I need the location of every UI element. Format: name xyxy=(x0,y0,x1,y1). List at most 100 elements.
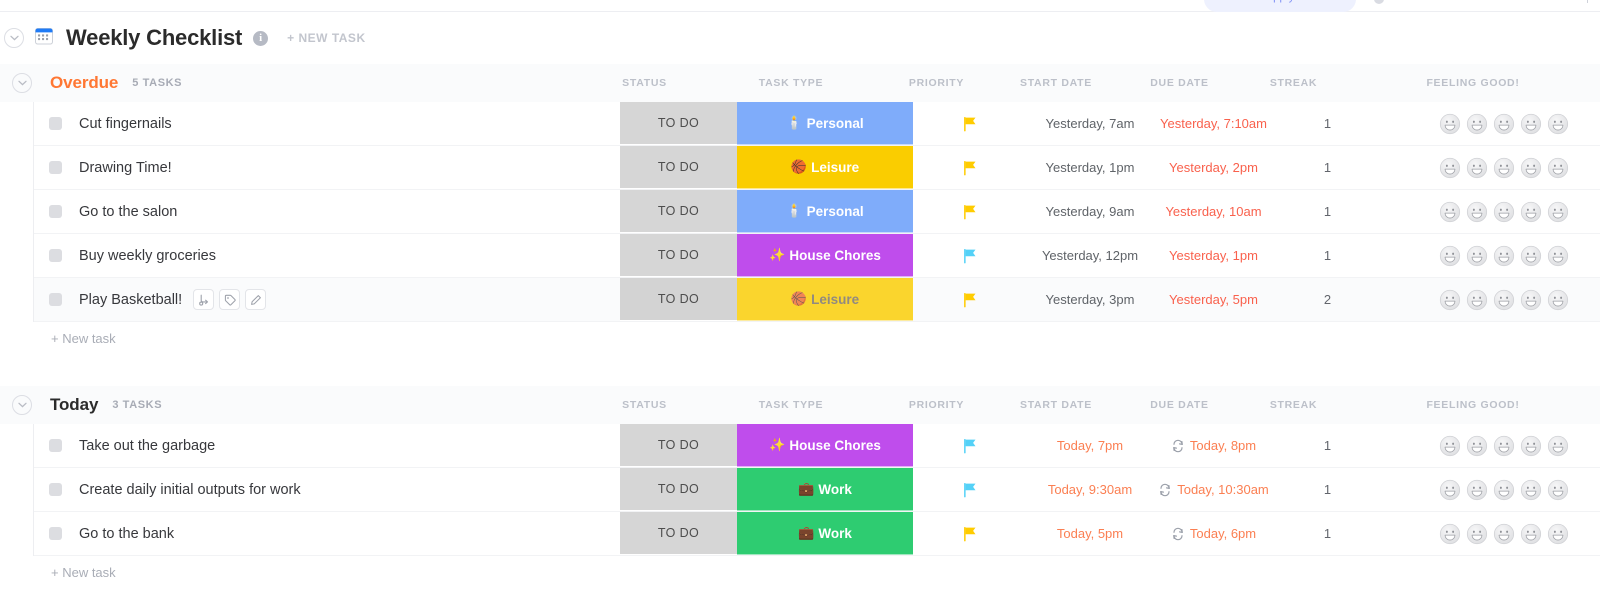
column-header-priority[interactable]: PRIORITY xyxy=(879,399,994,411)
smiley-rating-icon[interactable] xyxy=(1466,435,1488,457)
priority-cell[interactable] xyxy=(913,234,1028,277)
smiley-rating-icon[interactable] xyxy=(1493,201,1515,223)
table-row[interactable]: Cut fingernailsTO DO🕯️PersonalYesterday,… xyxy=(34,102,1600,146)
new-task-header-button[interactable]: + NEW TASK xyxy=(287,31,365,45)
feeling-good-cell[interactable] xyxy=(1380,512,1600,555)
edit-icon[interactable] xyxy=(245,289,266,310)
task-name-cell[interactable]: Play Basketball! xyxy=(34,278,620,321)
smiley-rating-icon[interactable] xyxy=(1493,245,1515,267)
table-row[interactable]: Drawing Time!TO DO🏀Leisure Yesterday, 1pm… xyxy=(34,146,1600,190)
collapse-list-button[interactable] xyxy=(4,28,24,48)
smiley-rating-icon[interactable] xyxy=(1466,113,1488,135)
due-date-cell[interactable]: Yesterday, 1pm xyxy=(1152,234,1275,277)
priority-cell[interactable] xyxy=(913,512,1028,555)
smiley-rating-icon[interactable] xyxy=(1547,113,1569,135)
smiley-rating-icon[interactable] xyxy=(1547,201,1569,223)
priority-flag-icon[interactable] xyxy=(963,116,978,132)
priority-cell[interactable] xyxy=(913,102,1028,145)
task-type-cell[interactable]: ✨House Chores xyxy=(737,234,913,277)
smiley-rating-icon[interactable] xyxy=(1439,201,1461,223)
priority-cell[interactable] xyxy=(913,424,1028,467)
due-date-cell[interactable]: Today, 6pm xyxy=(1152,512,1275,555)
column-header-status[interactable]: STATUS xyxy=(586,77,703,89)
due-date-cell[interactable]: Today, 10:30am xyxy=(1152,468,1275,511)
new-task-row[interactable]: + New task xyxy=(0,556,1600,588)
column-header-due[interactable]: DUE DATE xyxy=(1118,399,1241,411)
task-type-cell[interactable]: 🕯️Personal xyxy=(737,102,913,145)
smiley-rating-icon[interactable] xyxy=(1466,245,1488,267)
smiley-rating-icon[interactable] xyxy=(1466,201,1488,223)
smiley-rating-icon[interactable] xyxy=(1547,523,1569,545)
table-row[interactable]: Create daily initial outputs for workTO … xyxy=(34,468,1600,512)
task-checkbox[interactable] xyxy=(49,161,62,174)
smiley-rating-icon[interactable] xyxy=(1520,157,1542,179)
task-name-cell[interactable]: Go to the bank xyxy=(34,512,620,555)
task-name-cell[interactable]: Drawing Time! xyxy=(34,146,620,189)
task-title[interactable]: Go to the bank xyxy=(79,526,174,542)
table-row[interactable]: Buy weekly groceries TO DO✨House Chores Ye… xyxy=(34,234,1600,278)
column-header-type[interactable]: TASK TYPE xyxy=(703,77,879,89)
smiley-rating-icon[interactable] xyxy=(1439,113,1461,135)
start-date-cell[interactable]: Today, 7pm xyxy=(1028,424,1152,467)
task-type-cell[interactable]: 🏀Leisure xyxy=(737,146,913,189)
streak-cell[interactable]: 1 xyxy=(1275,424,1380,467)
column-header-start[interactable]: START DATE xyxy=(994,399,1118,411)
streak-cell[interactable]: 1 xyxy=(1275,102,1380,145)
task-checkbox[interactable] xyxy=(49,117,62,130)
table-row[interactable]: Take out the garbageTO DO✨House ChoresTo… xyxy=(34,424,1600,468)
smiley-rating-icon[interactable] xyxy=(1493,435,1515,457)
smiley-rating-icon[interactable] xyxy=(1493,479,1515,501)
task-title[interactable]: Buy weekly groceries xyxy=(79,248,216,264)
smiley-rating-icon[interactable] xyxy=(1547,157,1569,179)
feeling-good-cell[interactable] xyxy=(1380,102,1600,145)
task-title[interactable]: Go to the salon xyxy=(79,204,177,220)
start-date-cell[interactable]: Today, 9:30am xyxy=(1028,468,1152,511)
column-header-status[interactable]: STATUS xyxy=(586,399,703,411)
due-date-cell[interactable]: Today, 8pm xyxy=(1152,424,1275,467)
smiley-rating-icon[interactable] xyxy=(1520,289,1542,311)
collapse-group-button[interactable] xyxy=(12,73,32,93)
smiley-rating-icon[interactable] xyxy=(1466,157,1488,179)
status-cell[interactable]: TO DO xyxy=(620,234,737,277)
task-title[interactable]: Cut fingernails xyxy=(79,116,172,132)
priority-flag-icon[interactable] xyxy=(963,248,978,264)
start-date-cell[interactable]: Yesterday, 1pm xyxy=(1028,146,1152,189)
streak-cell[interactable]: 1 xyxy=(1275,190,1380,233)
group-name[interactable]: Overdue xyxy=(50,73,118,93)
start-date-cell[interactable]: Yesterday, 7am xyxy=(1028,102,1152,145)
column-header-due[interactable]: DUE DATE xyxy=(1118,77,1241,89)
smiley-rating-icon[interactable] xyxy=(1547,245,1569,267)
smiley-rating-icon[interactable] xyxy=(1547,479,1569,501)
start-date-cell[interactable]: Yesterday, 9am xyxy=(1028,190,1152,233)
task-checkbox[interactable] xyxy=(49,249,62,262)
smiley-rating-icon[interactable] xyxy=(1520,113,1542,135)
status-cell[interactable]: TO DO xyxy=(620,468,737,511)
smiley-rating-icon[interactable] xyxy=(1520,435,1542,457)
column-header-start[interactable]: START DATE xyxy=(994,77,1118,89)
task-name-cell[interactable]: Take out the garbage xyxy=(34,424,620,467)
task-checkbox[interactable] xyxy=(49,439,62,452)
group-name[interactable]: Today xyxy=(50,395,98,415)
apply-pill-button[interactable]: Apply xyxy=(1204,0,1356,12)
status-cell[interactable]: TO DO xyxy=(620,512,737,555)
collapse-group-button[interactable] xyxy=(12,395,32,415)
priority-flag-icon[interactable] xyxy=(963,482,978,498)
smiley-rating-icon[interactable] xyxy=(1493,157,1515,179)
start-date-cell[interactable]: Yesterday, 3pm xyxy=(1028,278,1152,321)
smiley-rating-icon[interactable] xyxy=(1520,523,1542,545)
start-date-cell[interactable]: Yesterday, 12pm xyxy=(1028,234,1152,277)
smiley-rating-icon[interactable] xyxy=(1439,245,1461,267)
smiley-rating-icon[interactable] xyxy=(1439,523,1461,545)
column-header-rating[interactable]: FEELING GOOD! xyxy=(1346,399,1600,411)
task-name-cell[interactable]: Buy weekly groceries xyxy=(34,234,620,277)
priority-flag-icon[interactable] xyxy=(963,438,978,454)
task-name-cell[interactable]: Go to the salon xyxy=(34,190,620,233)
status-cell[interactable]: TO DO xyxy=(620,278,737,321)
task-type-cell[interactable]: 💼Work xyxy=(737,512,913,555)
streak-cell[interactable]: 1 xyxy=(1275,512,1380,555)
smiley-rating-icon[interactable] xyxy=(1439,157,1461,179)
due-date-cell[interactable]: Yesterday, 2pm xyxy=(1152,146,1275,189)
status-cell[interactable]: TO DO xyxy=(620,146,737,189)
info-icon[interactable]: i xyxy=(253,31,268,46)
task-type-cell[interactable]: ✨House Chores xyxy=(737,424,913,467)
